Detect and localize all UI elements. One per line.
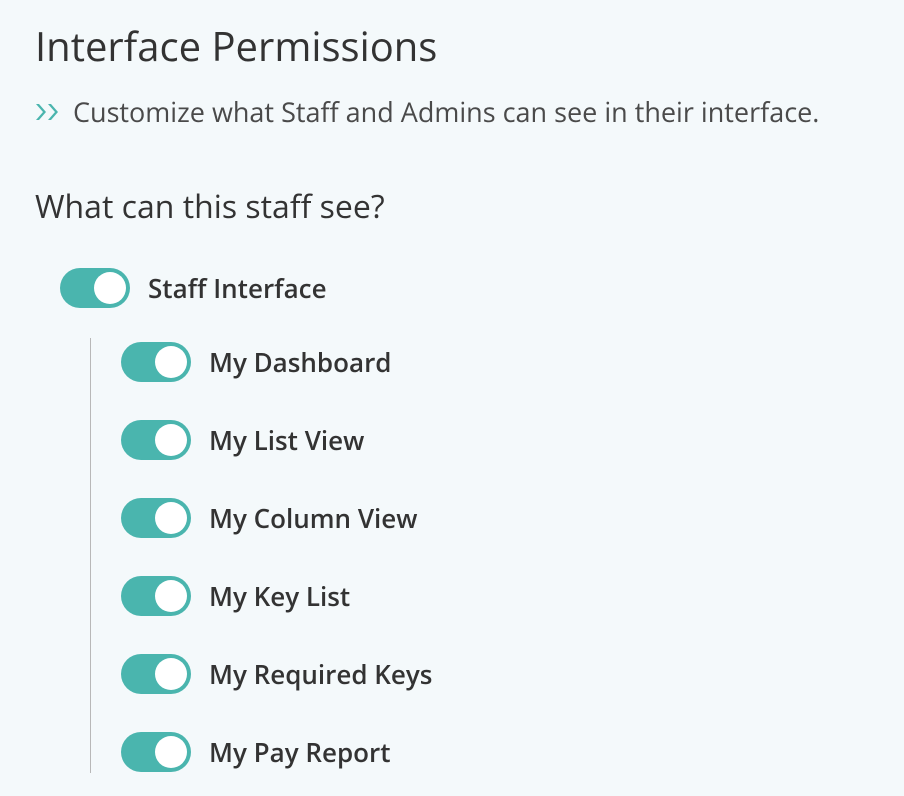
toggle-label-my-key-list: My Key List (209, 578, 350, 614)
toggle-label-my-pay-report: My Pay Report (209, 734, 391, 770)
toggle-my-column-view[interactable] (121, 498, 191, 538)
toggle-label-staff-interface: Staff Interface (148, 270, 327, 306)
chevrons-right-icon (35, 102, 61, 122)
toggle-row-my-pay-report: My Pay Report (121, 732, 869, 772)
toggle-my-dashboard[interactable] (121, 342, 191, 382)
toggle-row-staff-interface: Staff Interface (60, 268, 869, 308)
toggle-knob (155, 658, 187, 690)
section-heading: What can this staff see? (35, 185, 869, 228)
toggle-knob (155, 736, 187, 768)
toggle-knob (94, 272, 126, 304)
nested-toggle-list: My Dashboard My List View My Column View… (90, 338, 869, 773)
toggle-my-key-list[interactable] (121, 576, 191, 616)
toggle-label-my-dashboard: My Dashboard (209, 344, 391, 380)
toggle-my-list-view[interactable] (121, 420, 191, 460)
toggle-knob (155, 580, 187, 612)
page-subtitle: Customize what Staff and Admins can see … (73, 93, 819, 130)
toggle-label-my-column-view: My Column View (209, 500, 417, 536)
toggle-knob (155, 424, 187, 456)
toggle-row-my-dashboard: My Dashboard (121, 342, 869, 382)
toggle-knob (155, 502, 187, 534)
toggle-row-my-column-view: My Column View (121, 498, 869, 538)
toggle-label-my-required-keys: My Required Keys (209, 656, 432, 692)
toggle-knob (155, 346, 187, 378)
toggle-staff-interface[interactable] (60, 268, 130, 308)
toggle-row-my-key-list: My Key List (121, 576, 869, 616)
page-title: Interface Permissions (35, 18, 869, 73)
toggle-my-pay-report[interactable] (121, 732, 191, 772)
toggle-row-my-list-view: My List View (121, 420, 869, 460)
toggle-my-required-keys[interactable] (121, 654, 191, 694)
subtitle-row: Customize what Staff and Admins can see … (35, 93, 869, 130)
toggle-label-my-list-view: My List View (209, 422, 364, 458)
toggle-row-my-required-keys: My Required Keys (121, 654, 869, 694)
